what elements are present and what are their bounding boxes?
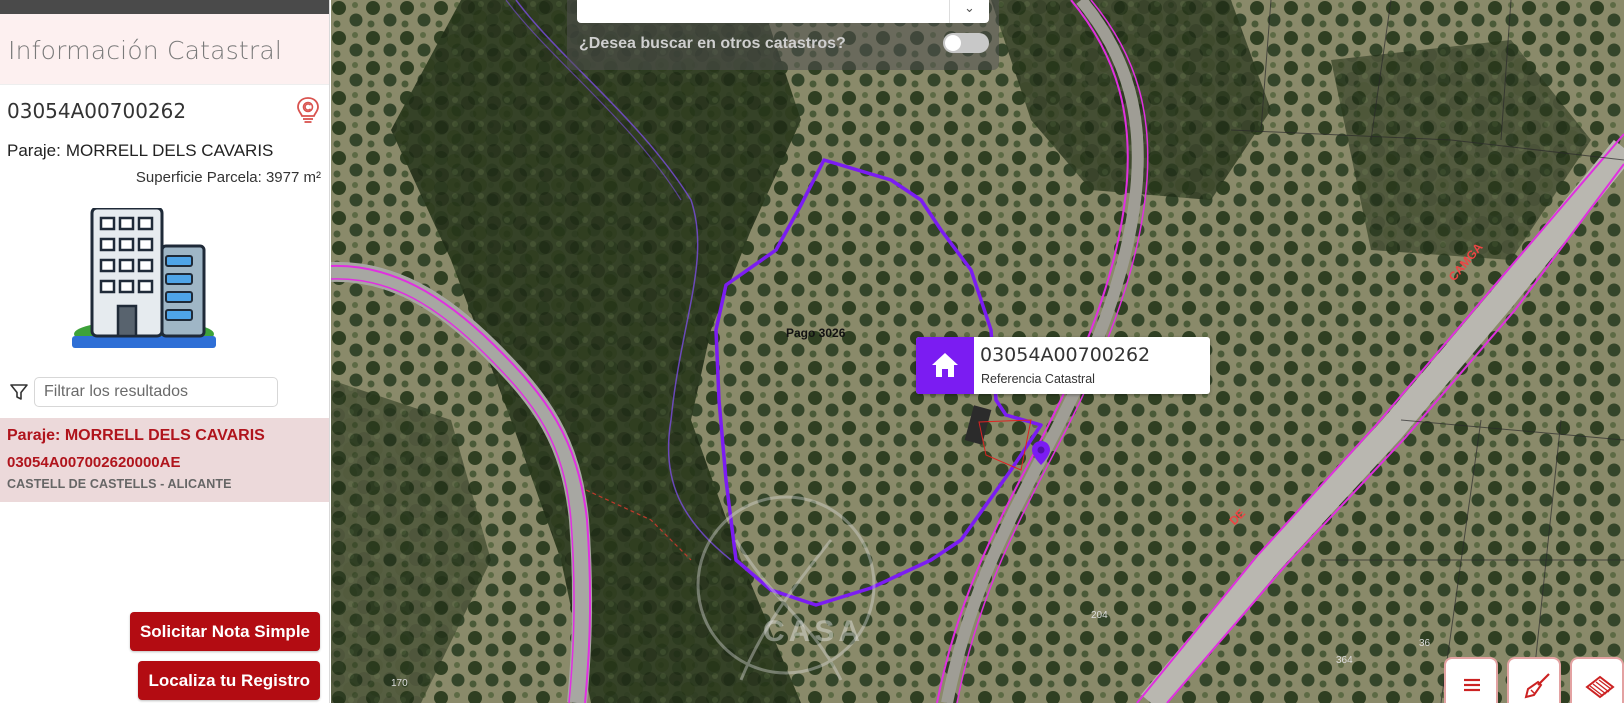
- request-nota-simple-button[interactable]: Solicitar Nota Simple: [129, 612, 320, 651]
- paraje-line: Paraje: MORRELL DELS CAVARIS: [0, 135, 329, 161]
- filter-row: [10, 377, 278, 407]
- lightbulb-copyright-icon[interactable]: [295, 96, 321, 126]
- filter-funnel-icon: [10, 384, 28, 400]
- result-location: CASTELL DE CASTELLS - ALICANTE: [7, 477, 232, 491]
- sidebar-title: Información Catastral: [8, 36, 283, 65]
- cadastre-layer-icon: [1585, 675, 1615, 699]
- result-reference: 03054A007002620000AE: [7, 454, 181, 471]
- watermark-text: CASA: [763, 615, 865, 648]
- height-label-c: 364: [1336, 655, 1353, 666]
- parcel-label: Pago 3026: [786, 326, 846, 340]
- building-icon: [72, 208, 216, 348]
- paraje-value: MORRELL DELS CAVARIS: [65, 141, 274, 160]
- cadastre-layer-button[interactable]: [1570, 657, 1624, 703]
- sidebar-header: Información Catastral: [0, 14, 329, 85]
- map-pin-icon[interactable]: [1031, 440, 1051, 466]
- search-input[interactable]: ⌄: [577, 0, 989, 23]
- parcel-area: Superficie Parcela: 3977 m²: [135, 169, 321, 186]
- map-view[interactable]: CASA Pago 3026 CAMGA DE 170 204 364 36 ⌄…: [331, 0, 1624, 703]
- result-paraje: Paraje: MORRELL DELS CAVARIS: [7, 427, 265, 444]
- result-item[interactable]: Paraje: MORRELL DELS CAVARIS 03054A00700…: [0, 418, 329, 502]
- toggle-knob: [945, 35, 961, 51]
- height-label-b: 204: [1091, 610, 1108, 621]
- cadastral-reference: 03054A00700262: [7, 99, 187, 123]
- menu-button[interactable]: [1444, 657, 1498, 703]
- find-registry-button[interactable]: Localiza tu Registro: [138, 661, 320, 700]
- home-icon: [916, 337, 974, 394]
- height-label-d: 36: [1419, 638, 1431, 649]
- popup-label: Referencia Catastral: [981, 372, 1095, 386]
- info-sidebar: Información Catastral 03054A00700262 Par…: [0, 0, 330, 703]
- sidebar-top-bar: [0, 0, 329, 14]
- filter-input[interactable]: [34, 377, 278, 407]
- reference-row: 03054A00700262: [0, 85, 329, 135]
- broom-icon: [1524, 673, 1550, 699]
- popup-reference: 03054A00700262: [980, 344, 1151, 366]
- other-catastro-question: ¿Desea buscar en otros catastros?: [579, 35, 846, 52]
- chevron-down-icon[interactable]: ⌄: [949, 0, 989, 23]
- search-panel: ⌄ ¿Desea buscar en otros catastros?: [567, 0, 999, 70]
- clear-button[interactable]: [1507, 657, 1561, 703]
- height-label-a: 170: [391, 678, 408, 689]
- paraje-label: Paraje:: [7, 141, 61, 160]
- parcel-popup[interactable]: 03054A00700262 Referencia Catastral: [916, 337, 1210, 394]
- menu-icon: [1464, 678, 1480, 692]
- other-catastro-toggle[interactable]: [943, 33, 989, 53]
